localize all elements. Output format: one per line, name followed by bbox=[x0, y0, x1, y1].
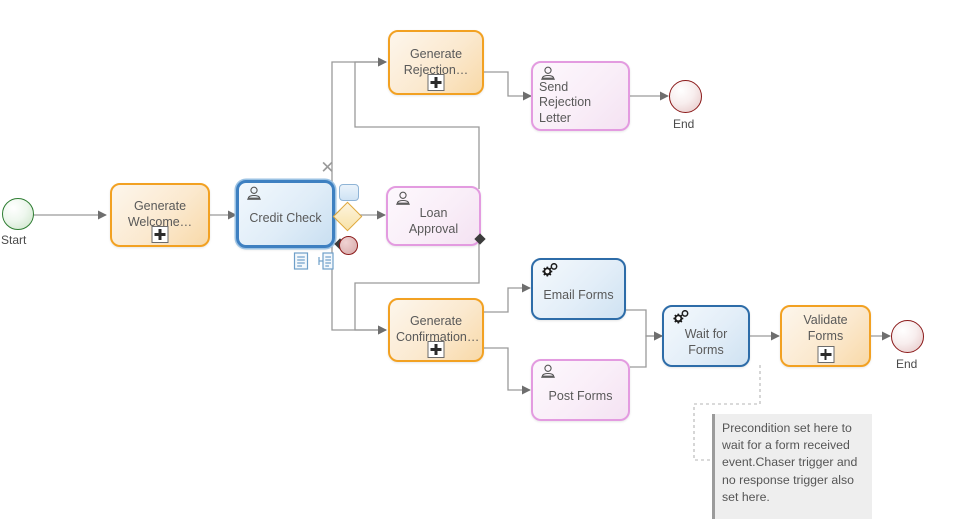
task-generate-rejection[interactable]: Generate Rejection… bbox=[388, 30, 484, 95]
flow-generate-confirmation-to-email-forms bbox=[484, 283, 531, 313]
task-wait-for-forms[interactable]: Wait for Forms bbox=[662, 305, 750, 367]
sub-process-plus-icon bbox=[427, 74, 445, 91]
task-email-forms[interactable]: Email Forms bbox=[531, 258, 626, 320]
gears-icon bbox=[539, 262, 558, 279]
user-icon bbox=[245, 186, 263, 202]
start-event[interactable] bbox=[2, 198, 34, 230]
flow-post-forms-to-wait-for-forms bbox=[630, 331, 663, 368]
user-icon bbox=[539, 364, 557, 380]
sub-process-plus-icon bbox=[817, 346, 834, 363]
task-post-forms[interactable]: Post Forms bbox=[531, 359, 630, 421]
end-event-circle-icon[interactable] bbox=[339, 236, 358, 255]
end-event-rejection-label: End bbox=[673, 117, 695, 131]
end-event-forms[interactable] bbox=[891, 320, 924, 353]
gateway-diamond-icon[interactable] bbox=[332, 201, 363, 232]
document-list-icon[interactable] bbox=[318, 252, 334, 270]
task-generate-welcome[interactable]: Generate Welcome… bbox=[110, 183, 210, 247]
task-send-rejection-letter[interactable]: Send Rejection Letter bbox=[531, 61, 630, 131]
task-rect-icon[interactable] bbox=[339, 184, 359, 201]
sub-process-plus-icon bbox=[427, 341, 445, 358]
flow-credit-check-to-generate-rejection bbox=[331, 57, 387, 228]
sub-process-plus-icon bbox=[151, 226, 169, 243]
task-validate-forms[interactable]: Validate Forms bbox=[780, 305, 871, 367]
task-loan-approval[interactable]: Loan Approval bbox=[386, 186, 481, 246]
end-event-rejection[interactable] bbox=[669, 80, 702, 113]
task-credit-check-label: Credit Check bbox=[249, 211, 322, 226]
flow-generate-rejection-to-send-rejection-letter bbox=[484, 71, 532, 101]
bpmn-diagram-canvas[interactable]: Start End End Generate Welcome… Credit C… bbox=[0, 0, 973, 522]
close-x-icon[interactable]: ✕ bbox=[320, 159, 335, 176]
gears-icon bbox=[670, 309, 689, 326]
start-event-label: Start bbox=[1, 233, 27, 247]
user-icon bbox=[394, 191, 412, 207]
flow-email-forms-to-wait-for-forms bbox=[626, 309, 663, 341]
document-icon[interactable] bbox=[293, 252, 309, 270]
user-icon bbox=[539, 66, 557, 82]
task-generate-confirmation[interactable]: Generate Confirmation… bbox=[388, 298, 484, 362]
task-credit-check[interactable]: Credit Check bbox=[236, 180, 335, 248]
text-annotation: Precondition set here to wait for a form… bbox=[712, 414, 872, 519]
flow-generate-confirmation-to-post-forms bbox=[484, 347, 531, 395]
end-event-forms-label: End bbox=[896, 357, 918, 371]
